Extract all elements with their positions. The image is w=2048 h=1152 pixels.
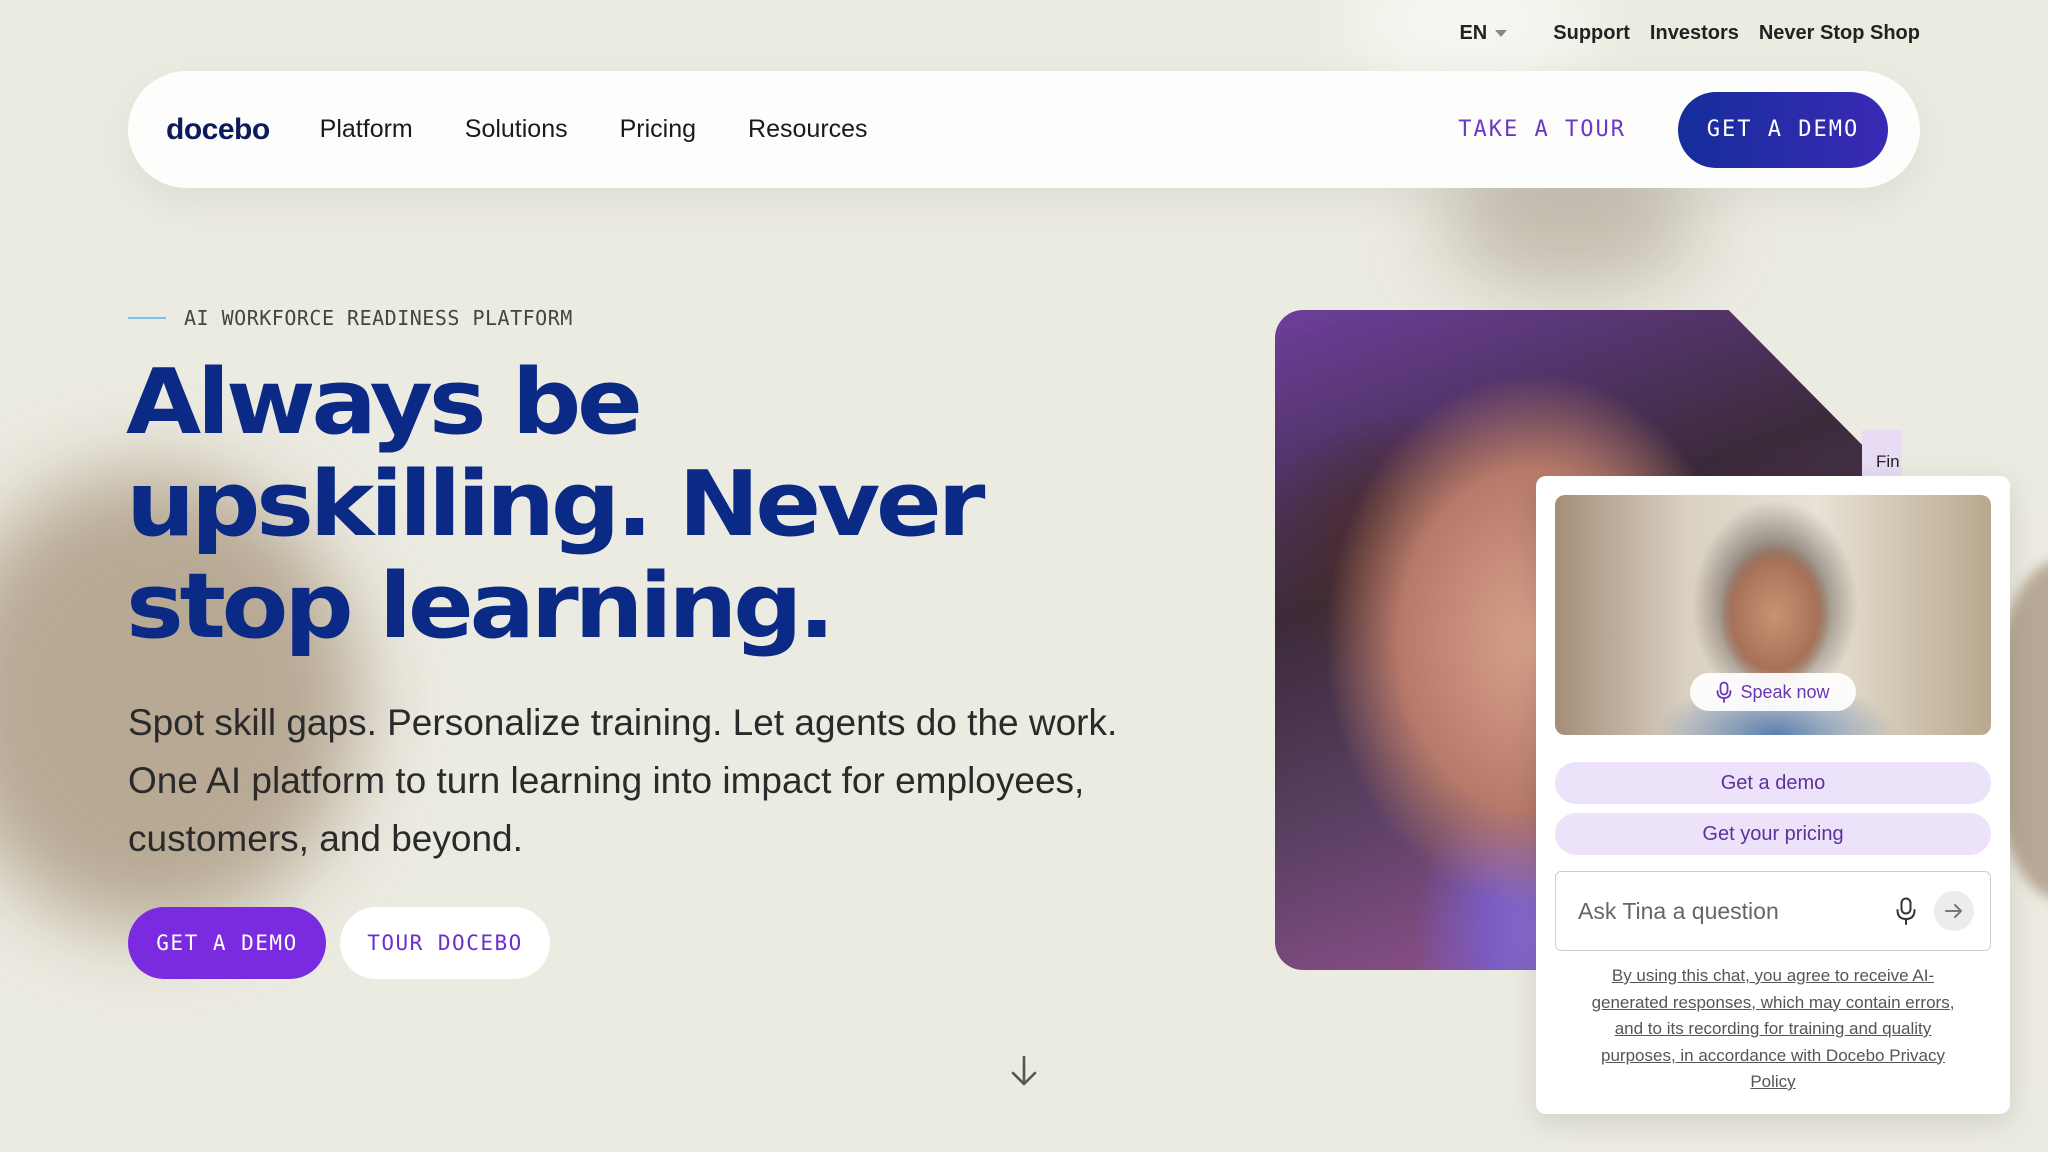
get-a-demo-chat-button[interactable]: Get a demo [1555,762,1991,804]
subtext-line: One AI platform to turn learning into im… [128,760,1085,801]
chat-input-box [1555,871,1991,951]
utility-nav: EN Support Investors Never Stop Shop [1459,22,1920,45]
nav-item-pricing[interactable]: Pricing [620,115,696,144]
nav-links: Platform Solutions Pricing Resources [320,115,868,144]
hero-subtext: Spot skill gaps. Personalize training. L… [128,694,1208,868]
support-link[interactable]: Support [1553,22,1630,45]
disclaimer-line: and to its recording for training and qu… [1614,1019,1932,1038]
disclaimer-line: By using this chat, you agree to receive… [1611,966,1935,985]
speak-now-label: Speak now [1740,681,1830,702]
chat-avatar-video: Speak now [1555,495,1991,735]
hero-eyebrow: AI WORKFORCE READINESS PLATFORM [128,306,573,330]
tour-docebo-button[interactable]: TOUR DOCEBO [340,907,550,979]
subtext-line: Spot skill gaps. Personalize training. L… [128,702,1118,743]
hero-headline: Always be upskilling. Never stop learnin… [126,352,1076,658]
ask-tina-input[interactable] [1578,897,1890,925]
take-a-tour-link[interactable]: TAKE A TOUR [1458,117,1626,142]
investors-link[interactable]: Investors [1650,22,1739,45]
eyebrow-label: AI WORKFORCE READINESS PLATFORM [184,306,573,330]
speak-now-button[interactable]: Speak now [1690,673,1856,711]
nav-item-solutions[interactable]: Solutions [465,115,568,144]
headline-line: Always be [126,350,643,455]
language-label: EN [1459,22,1488,44]
microphone-icon [1717,681,1732,703]
disclaimer-line: purposes, in accordance with Docebo Priv… [1601,1045,1945,1065]
get-your-pricing-chat-button[interactable]: Get your pricing [1555,813,1991,855]
eyebrow-accent-line [128,317,166,319]
disclaimer-line: Policy [1750,1072,1796,1091]
nav-item-resources[interactable]: Resources [748,115,868,144]
main-nav: docebo Platform Solutions Pricing Resour… [128,71,1920,188]
subtext-line: customers, and beyond. [128,818,523,859]
headline-line: stop learning. [126,554,835,659]
send-arrow-icon[interactable] [1934,891,1974,931]
docebo-logo[interactable]: docebo [166,113,270,147]
chat-widget: Speak now Get a demo Get your pricing By… [1536,476,2010,1114]
get-a-demo-nav-button[interactable]: GET A DEMO [1678,91,1888,168]
caret-down-icon [1495,30,1508,37]
microphone-icon[interactable] [1890,895,1922,927]
hero-photo-partial-label: Fin [1876,452,1900,471]
arrow-down-icon[interactable] [1008,1054,1040,1088]
disclaimer-line: generated responses, which may contain e… [1591,992,1955,1012]
never-stop-shop-link[interactable]: Never Stop Shop [1759,22,1920,45]
chat-privacy-disclaimer-link[interactable]: By using this chat, you agree to receive… [1566,963,1980,1096]
headline-line: upskilling. Never [126,452,985,557]
nav-item-platform[interactable]: Platform [320,115,413,144]
get-a-demo-button[interactable]: GET A DEMO [128,907,326,979]
language-selector[interactable]: EN [1459,22,1508,45]
